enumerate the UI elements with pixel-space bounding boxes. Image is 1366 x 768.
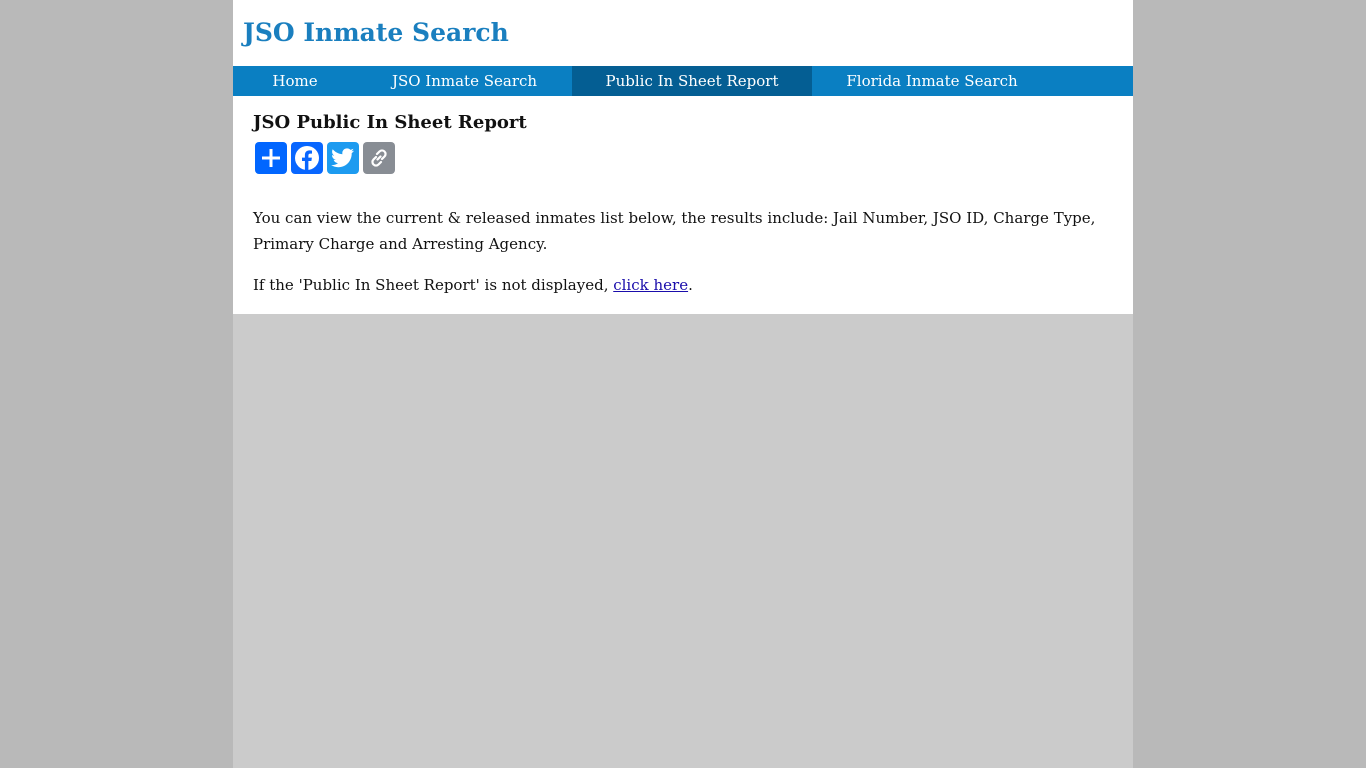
facebook-icon [295,146,319,170]
note-suffix: . [688,276,693,294]
copy-link-icon [371,149,387,167]
facebook-share-button[interactable] [291,142,323,174]
site-header: JSO Inmate Search [233,0,1133,66]
main-content: JSO Public In Sheet Report You can view … [233,96,1133,314]
report-note: If the 'Public In Sheet Report' is not d… [253,272,693,298]
note-prefix: If the 'Public In Sheet Report' is not d… [253,276,614,294]
main-nav: Home JSO Inmate Search Public In Sheet R… [233,66,1133,96]
page-container: JSO Inmate Search Home JSO Inmate Search… [233,0,1133,768]
nav-item-public-in-sheet-report[interactable]: Public In Sheet Report [572,66,812,96]
intro-text: You can view the current & released inma… [253,209,1096,253]
twitter-share-button[interactable] [327,142,359,174]
site-title[interactable]: JSO Inmate Search [243,16,509,50]
copy-link-button[interactable] [363,142,395,174]
page-heading: JSO Public In Sheet Report [253,112,527,133]
nav-item-florida-inmate-search[interactable]: Florida Inmate Search [812,66,1052,96]
share-button[interactable] [255,142,287,174]
plus-share-icon [262,149,280,167]
twitter-icon [331,148,354,168]
click-here-link[interactable]: click here [613,276,688,294]
nav-item-jso-inmate-search[interactable]: JSO Inmate Search [357,66,572,96]
nav-item-home[interactable]: Home [233,66,357,96]
share-bar [255,142,395,174]
